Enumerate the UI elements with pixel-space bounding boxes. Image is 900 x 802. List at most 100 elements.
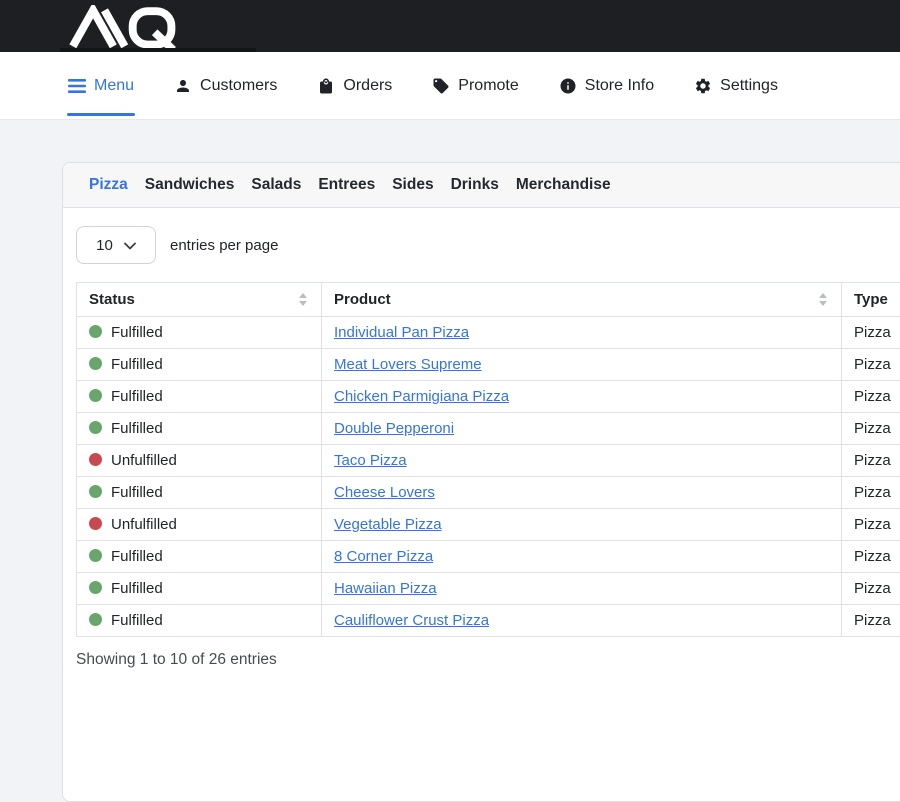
tab-entrees[interactable]: Entrees bbox=[318, 176, 375, 194]
tab-sides[interactable]: Sides bbox=[392, 176, 433, 194]
table-row: Fulfilled Chicken Parmigiana Pizza Pizza bbox=[77, 381, 900, 413]
tab-pizza[interactable]: Pizza bbox=[89, 176, 128, 194]
product-link[interactable]: Double Pepperoni bbox=[334, 420, 454, 437]
nav-item-store-info[interactable]: Store Info bbox=[559, 52, 654, 119]
product-cell: Vegetable Pizza bbox=[322, 509, 842, 541]
type-cell: Pizza bbox=[842, 413, 900, 445]
product-cell: 8 Corner Pizza bbox=[322, 541, 842, 573]
products-table: Status Product Type bbox=[76, 282, 900, 637]
type-cell: Pizza bbox=[842, 477, 900, 509]
status-dot-icon bbox=[89, 453, 102, 466]
product-link[interactable]: Vegetable Pizza bbox=[334, 516, 442, 533]
product-cell: Taco Pizza bbox=[322, 445, 842, 477]
product-cell: Double Pepperoni bbox=[322, 413, 842, 445]
status-dot-icon bbox=[89, 389, 102, 402]
status-label: Fulfilled bbox=[111, 388, 163, 405]
table-summary: Showing 1 to 10 of 26 entries bbox=[76, 651, 900, 669]
product-cell: Meat Lovers Supreme bbox=[322, 349, 842, 381]
product-link[interactable]: Cauliflower Crust Pizza bbox=[334, 612, 489, 629]
top-bar bbox=[0, 0, 900, 52]
nav-label: Customers bbox=[200, 77, 277, 95]
column-header-product[interactable]: Product bbox=[322, 283, 842, 317]
product-link[interactable]: Hawaiian Pizza bbox=[334, 580, 437, 597]
product-cell: Cheese Lovers bbox=[322, 477, 842, 509]
status-dot-icon bbox=[89, 325, 102, 338]
status-label: Fulfilled bbox=[111, 356, 163, 373]
nav-item-customers[interactable]: Customers bbox=[174, 52, 277, 119]
nav-label: Menu bbox=[94, 77, 134, 95]
status-dot-icon bbox=[89, 485, 102, 498]
aiq-logo[interactable] bbox=[64, 5, 182, 54]
person-icon bbox=[174, 77, 192, 95]
product-link[interactable]: Chicken Parmigiana Pizza bbox=[334, 388, 509, 405]
status-label: Unfulfilled bbox=[111, 452, 177, 469]
status-label: Unfulfilled bbox=[111, 516, 177, 533]
tab-merchandise[interactable]: Merchandise bbox=[516, 176, 611, 194]
nav-item-menu[interactable]: Menu bbox=[68, 52, 134, 119]
table-row: Fulfilled Double Pepperoni Pizza bbox=[77, 413, 900, 445]
status-label: Fulfilled bbox=[111, 324, 163, 341]
sort-icon[interactable] bbox=[819, 293, 829, 306]
product-cell: Individual Pan Pizza bbox=[322, 317, 842, 349]
product-link[interactable]: Meat Lovers Supreme bbox=[334, 356, 482, 373]
tab-sandwiches[interactable]: Sandwiches bbox=[145, 176, 235, 194]
sort-icon[interactable] bbox=[299, 293, 309, 306]
type-cell: Pizza bbox=[842, 349, 900, 381]
nav-label: Orders bbox=[343, 77, 392, 95]
category-tabs: Pizza Sandwiches Salads Entrees Sides Dr… bbox=[63, 163, 900, 208]
column-label: Status bbox=[89, 291, 135, 308]
table-row: Fulfilled Hawaiian Pizza Pizza bbox=[77, 573, 900, 605]
table-row: Fulfilled Cauliflower Crust Pizza Pizza bbox=[77, 605, 900, 637]
page-size-value: 10 bbox=[96, 237, 113, 254]
column-header-type[interactable]: Type bbox=[842, 283, 900, 317]
status-cell: Fulfilled bbox=[77, 573, 322, 605]
column-label: Product bbox=[334, 291, 391, 308]
column-label: Type bbox=[854, 291, 888, 308]
status-dot-icon bbox=[89, 421, 102, 434]
type-cell: Pizza bbox=[842, 445, 900, 477]
info-icon bbox=[559, 77, 577, 95]
type-cell: Pizza bbox=[842, 573, 900, 605]
gear-icon bbox=[694, 77, 712, 95]
status-cell: Fulfilled bbox=[77, 605, 322, 637]
nav-label: Settings bbox=[720, 77, 778, 95]
type-cell: Pizza bbox=[842, 509, 900, 541]
type-cell: Pizza bbox=[842, 541, 900, 573]
status-dot-icon bbox=[89, 517, 102, 530]
status-cell: Fulfilled bbox=[77, 413, 322, 445]
card-body: 10 entries per page Status bbox=[63, 208, 900, 669]
nav-item-orders[interactable]: Orders bbox=[317, 52, 392, 119]
column-header-status[interactable]: Status bbox=[77, 283, 322, 317]
product-link[interactable]: 8 Corner Pizza bbox=[334, 548, 433, 565]
product-link[interactable]: Individual Pan Pizza bbox=[334, 324, 469, 341]
page-size-row: 10 entries per page bbox=[76, 226, 900, 264]
status-cell: Fulfilled bbox=[77, 317, 322, 349]
tab-drinks[interactable]: Drinks bbox=[451, 176, 499, 194]
nav-item-settings[interactable]: Settings bbox=[694, 52, 778, 119]
type-cell: Pizza bbox=[842, 381, 900, 413]
product-link[interactable]: Taco Pizza bbox=[334, 452, 407, 469]
product-link[interactable]: Cheese Lovers bbox=[334, 484, 435, 501]
table-row: Fulfilled Cheese Lovers Pizza bbox=[77, 477, 900, 509]
tag-icon bbox=[432, 77, 450, 95]
type-cell: Pizza bbox=[842, 605, 900, 637]
status-cell: Fulfilled bbox=[77, 381, 322, 413]
status-label: Fulfilled bbox=[111, 484, 163, 501]
nav-item-promote[interactable]: Promote bbox=[432, 52, 518, 119]
status-dot-icon bbox=[89, 613, 102, 626]
status-dot-icon bbox=[89, 549, 102, 562]
status-label: Fulfilled bbox=[111, 612, 163, 629]
status-dot-icon bbox=[89, 581, 102, 594]
table-row: Fulfilled Individual Pan Pizza Pizza bbox=[77, 317, 900, 349]
table-row: Unfulfilled Taco Pizza Pizza bbox=[77, 445, 900, 477]
menu-card: Pizza Sandwiches Salads Entrees Sides Dr… bbox=[62, 162, 900, 802]
status-cell: Unfulfilled bbox=[77, 445, 322, 477]
hamburger-icon bbox=[68, 79, 86, 93]
page-size-select[interactable]: 10 bbox=[76, 226, 156, 264]
status-cell: Fulfilled bbox=[77, 541, 322, 573]
nav-label: Promote bbox=[458, 77, 518, 95]
tab-salads[interactable]: Salads bbox=[251, 176, 301, 194]
main-navigation: Menu Customers Orders Promote Store Info… bbox=[0, 52, 900, 120]
nav-label: Store Info bbox=[585, 77, 654, 95]
table-row: Unfulfilled Vegetable Pizza Pizza bbox=[77, 509, 900, 541]
